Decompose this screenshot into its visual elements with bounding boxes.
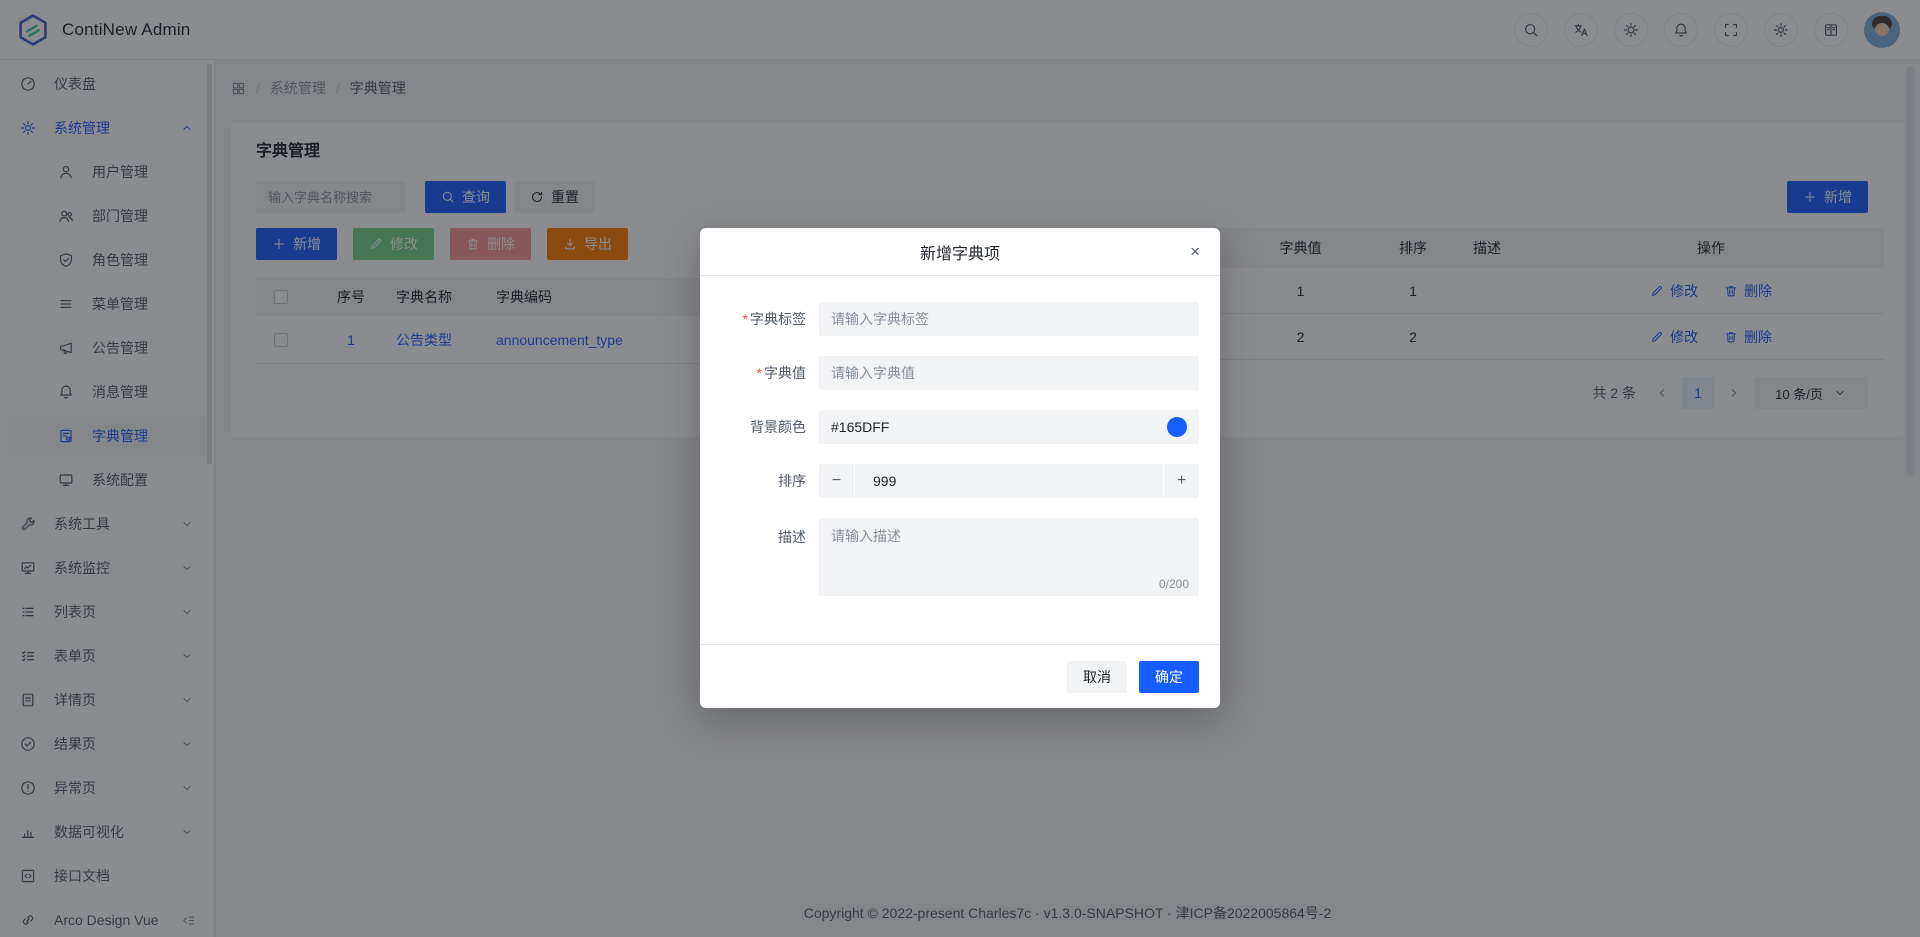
background-color-label: 背景颜色 bbox=[750, 419, 806, 435]
confirm-button[interactable]: 确定 bbox=[1139, 661, 1199, 693]
background-color-input[interactable] bbox=[831, 419, 1159, 435]
cancel-button[interactable]: 取消 bbox=[1067, 661, 1127, 693]
dict-value-input[interactable] bbox=[831, 365, 1187, 381]
dict-label-label: 字典标签 bbox=[750, 311, 806, 327]
close-icon[interactable]: × bbox=[1190, 228, 1200, 276]
color-swatch[interactable] bbox=[1167, 417, 1187, 437]
char-counter: 0/200 bbox=[1159, 577, 1189, 591]
sort-field-row: 排序 − + bbox=[700, 464, 1199, 498]
description-field-row: 描述 0/200 bbox=[700, 518, 1199, 596]
dict-label-field-row: *字典标签 bbox=[700, 302, 1199, 336]
dict-value-label: 字典值 bbox=[764, 365, 806, 381]
description-textarea[interactable] bbox=[819, 518, 1199, 574]
minus-stepper-button[interactable]: − bbox=[819, 464, 855, 498]
add-dict-item-modal: 新增字典项 × *字典标签 *字典值 背景颜色 排序 − + bbox=[700, 228, 1220, 708]
plus-stepper-button[interactable]: + bbox=[1163, 464, 1199, 498]
dict-value-field-row: *字典值 bbox=[700, 356, 1199, 390]
modal-title: 新增字典项 bbox=[920, 240, 1000, 264]
dict-label-input[interactable] bbox=[831, 311, 1187, 327]
modal-footer: 取消 确定 bbox=[700, 644, 1220, 708]
sort-number-input[interactable] bbox=[855, 473, 1163, 489]
modal-header: 新增字典项 × bbox=[700, 228, 1220, 276]
background-color-field-row: 背景颜色 bbox=[700, 410, 1199, 444]
sort-label: 排序 bbox=[778, 473, 806, 489]
description-label: 描述 bbox=[778, 529, 806, 545]
